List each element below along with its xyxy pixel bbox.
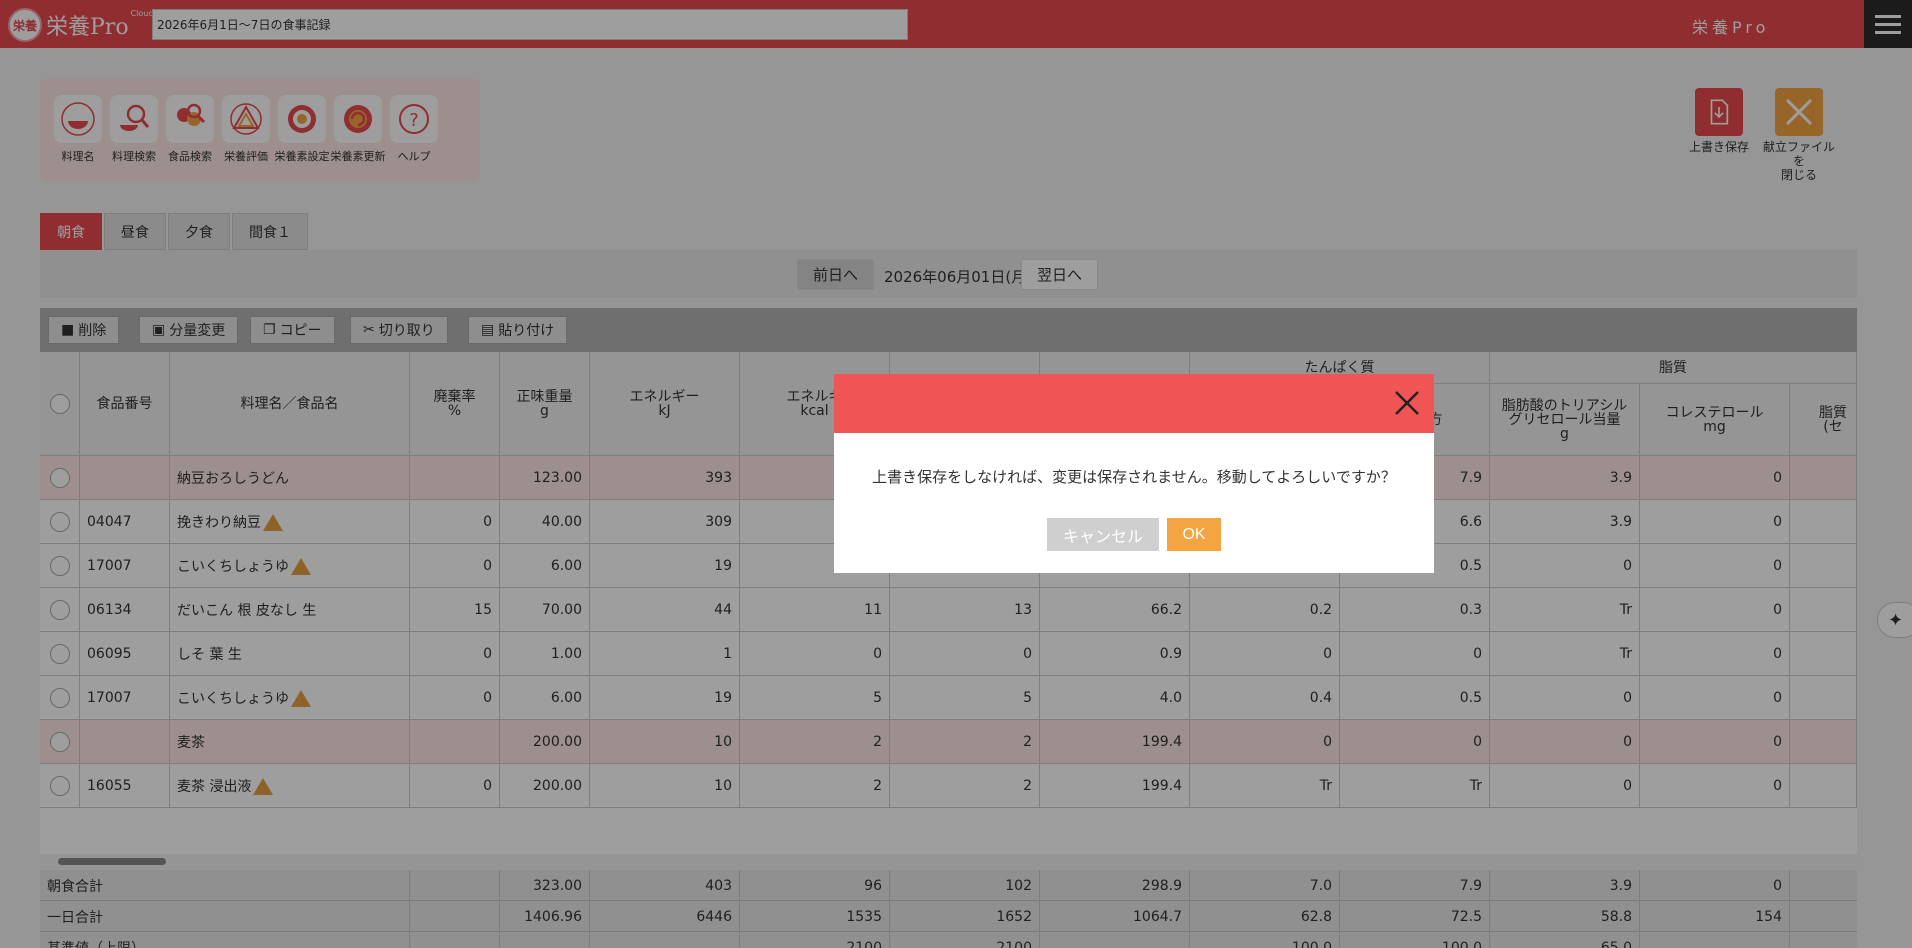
dialog-message: 上書き保存をしなければ、変更は保存されません。移動してよろしいですか？	[872, 468, 1396, 486]
ok-button[interactable]: OK	[1167, 518, 1221, 551]
close-icon[interactable]	[1390, 386, 1424, 420]
confirm-dialog: 上書き保存をしなければ、変更は保存されません。移動してよろしいですか？ キャンセ…	[834, 374, 1434, 573]
cancel-button[interactable]: キャンセル	[1047, 518, 1159, 551]
dialog-buttons: キャンセル OK	[834, 518, 1434, 551]
dialog-header	[834, 374, 1434, 433]
